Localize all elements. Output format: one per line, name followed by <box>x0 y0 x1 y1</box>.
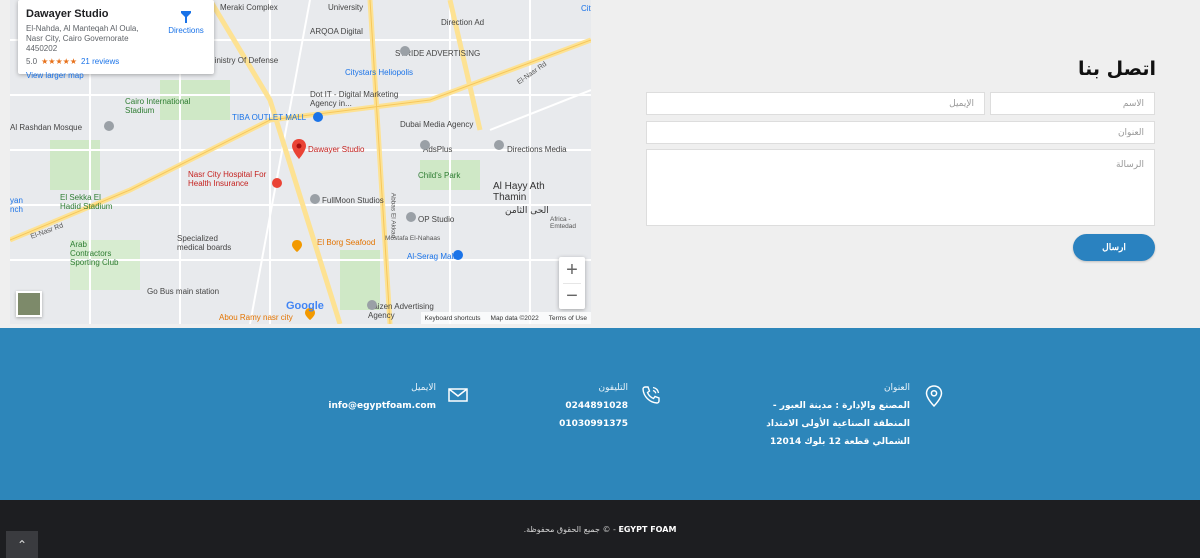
zoom-out-button[interactable]: − <box>559 283 585 309</box>
map-label: Nasr City Hospital For Health Insurance <box>188 170 267 188</box>
map-label: Cairo International Stadium <box>125 97 191 115</box>
map-label: yan nch <box>10 196 23 214</box>
address-label: العنوان <box>883 383 910 393</box>
place-rating: 5.0 ★★★★★ 21 reviews <box>26 57 206 66</box>
map-label: Dot IT - Digital Marketing Agency in... <box>310 90 399 108</box>
zoom-divider <box>563 283 581 284</box>
reviews-link[interactable]: 21 reviews <box>81 57 119 66</box>
zoom-in-button[interactable]: + <box>559 257 585 283</box>
shopping-icon <box>313 112 323 122</box>
map-label: Dubai Media Agency <box>400 120 474 129</box>
shopping-icon <box>453 250 463 260</box>
footer-brand[interactable]: EGYPT FOAM <box>618 525 676 534</box>
email-value[interactable]: info@egyptfoam.com <box>326 397 436 415</box>
phone-value[interactable]: 01030991375 <box>538 415 628 433</box>
map-data-text: Map data ©2022 <box>490 314 539 322</box>
address-value: المصنع والإدارة : مدينة العبور - المنطقة… <box>766 401 910 447</box>
map-label: Arab Contractors Sporting Club <box>70 240 119 267</box>
map-label: Meraki Complex <box>220 3 278 12</box>
footer: EGYPT FOAM - © جميع الحقوق محفوظة. ⌃ <box>0 500 1200 558</box>
map-road-label: Africa - Emtedad <box>550 216 577 230</box>
copyright: EGYPT FOAM - © جميع الحقوق محفوظة. <box>0 525 1200 534</box>
contact-form: اتصل بنا الاسم الإيميل العنوان الرسالة ا… <box>645 0 1157 328</box>
satellite-toggle[interactable] <box>16 291 42 317</box>
map-label: ARQOA Digital <box>310 27 363 36</box>
map-attribution: Keyboard shortcuts Map data ©2022 Terms … <box>420 312 591 324</box>
message-field[interactable]: الرسالة <box>646 149 1155 226</box>
poi-icon <box>367 300 377 310</box>
google-logo: Google <box>286 300 324 312</box>
top-section: Meraki Complex University ARQOA Digital … <box>0 0 1200 328</box>
phone-block: التليفون 0244891028 01030991375 <box>538 383 628 433</box>
zoom-controls: + − <box>559 257 585 309</box>
map-label: Go Bus main station <box>147 287 220 296</box>
address-field[interactable]: العنوان <box>646 121 1155 144</box>
map-label: Direction Ad <box>441 18 485 27</box>
directions-icon <box>181 11 191 23</box>
email-label: الايميل <box>411 383 436 393</box>
contact-title: اتصل بنا <box>1078 58 1156 80</box>
copyright-text: - © جميع الحقوق محفوظة. <box>523 525 616 534</box>
map-label: Directions Media <box>507 145 567 154</box>
poi-icon <box>420 140 430 150</box>
keyboard-shortcuts-link[interactable]: Keyboard shortcuts <box>425 315 481 322</box>
map-label: Ministry Of Defense <box>208 56 279 65</box>
map-label: Child's Park <box>418 171 461 180</box>
phone-icon <box>642 386 660 404</box>
map-embed[interactable]: Meraki Complex University ARQOA Digital … <box>10 0 591 324</box>
poi-icon <box>400 46 410 56</box>
poi-icon <box>406 212 416 222</box>
map-road-label: Abbas El Akkad <box>389 192 397 239</box>
google-logo-text: Google <box>286 300 324 312</box>
directions-label: Directions <box>168 26 204 35</box>
place-card: Dawayer Studio El-Nahda, Al Manteqah Al … <box>18 0 214 80</box>
email-block: الايميل info@egyptfoam.com <box>326 383 436 415</box>
address-block: العنوان المصنع والإدارة : مدينة العبور -… <box>740 383 910 451</box>
map-label: City <box>581 4 591 13</box>
poi-icon <box>104 121 114 131</box>
phone-label: التليفون <box>598 383 628 393</box>
chevron-up-icon: ⌃ <box>16 537 28 552</box>
map-label: Al Rashdan Mosque <box>10 123 83 132</box>
restaurant-icon <box>292 240 302 252</box>
scroll-to-top-button[interactable]: ⌃ <box>6 531 38 558</box>
phone-value[interactable]: 0244891028 <box>538 397 628 415</box>
map-pin-icon[interactable] <box>292 139 306 159</box>
location-pin-icon <box>925 385 943 407</box>
terms-link[interactable]: Terms of Use <box>549 315 587 322</box>
map-label: University <box>328 3 364 12</box>
poi-icon <box>494 140 504 150</box>
directions-button[interactable]: Directions <box>166 10 206 35</box>
map-label: الحى الثامن <box>505 206 549 216</box>
rating-value: 5.0 <box>26 57 38 66</box>
map-label: Specialized medical boards <box>177 234 232 252</box>
map-label: Al Hayy Ath Thamin <box>493 181 545 203</box>
poi-icon <box>310 194 320 204</box>
map-label: El Borg Seafood <box>317 238 376 247</box>
mail-icon <box>448 388 468 402</box>
map-label: OP Studio <box>418 215 455 224</box>
name-field[interactable]: الاسم <box>990 92 1155 115</box>
send-button[interactable]: ارسال <box>1073 234 1155 261</box>
view-larger-map-link[interactable]: View larger map <box>26 71 206 80</box>
email-field[interactable]: الإيميل <box>646 92 985 115</box>
map-label: El Sekka El Hadid Stadium <box>60 193 113 211</box>
hospital-icon <box>272 178 282 188</box>
star-icon: ★★★★★ <box>41 57 77 66</box>
contact-info-band: العنوان المصنع والإدارة : مدينة العبور -… <box>0 328 1200 500</box>
map-label: FullMoon Studios <box>322 196 384 205</box>
map-label: TIBA OUTLET MALL <box>232 113 307 122</box>
map-label: Al-Serag Mall <box>407 252 456 261</box>
place-address: El-Nahda, Al Manteqah Al Oula, Nasr City… <box>26 24 139 53</box>
dawayer-marker-label[interactable]: Dawayer Studio <box>308 145 364 154</box>
map-label: Abou Ramy nasr city <box>219 313 293 322</box>
map-label: Citystars Heliopolis <box>345 68 414 77</box>
